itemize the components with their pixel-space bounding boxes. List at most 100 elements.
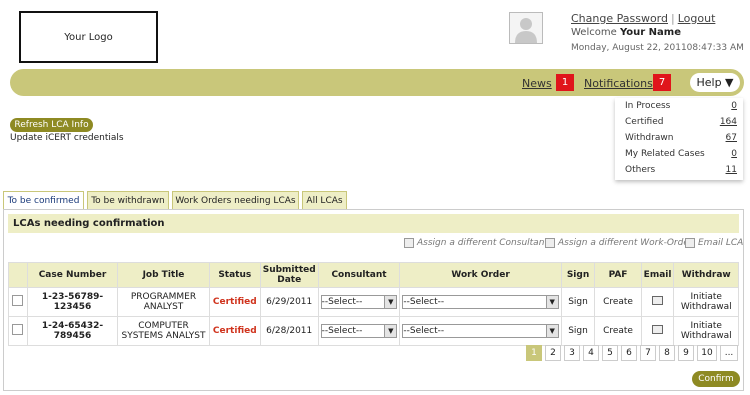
sign-link[interactable]: Sign bbox=[560, 287, 596, 317]
stat-value-link[interactable]: 164 bbox=[720, 117, 737, 131]
tab-work-orders-needing-lcas[interactable]: Work Orders needing LCAs bbox=[172, 191, 299, 209]
notifications-count-badge: 7 bbox=[653, 74, 671, 91]
tab-to-be-confirmed[interactable]: To be confirmed bbox=[3, 191, 84, 210]
welcome-message: Welcome Your Name bbox=[571, 27, 681, 38]
stat-certified: Certified 164 bbox=[625, 117, 737, 131]
case-number: 1-23-56789-123456 bbox=[26, 287, 119, 317]
page-5[interactable]: 5 bbox=[602, 345, 618, 361]
email-icon bbox=[685, 238, 695, 248]
current-datetime: Monday, August 22, 201108:47:33 AM bbox=[571, 43, 744, 53]
page-1[interactable]: 1 bbox=[526, 345, 542, 361]
stat-value-link[interactable]: 11 bbox=[726, 165, 737, 179]
sign-link[interactable]: Sign bbox=[560, 316, 596, 346]
page-3[interactable]: 3 bbox=[564, 345, 580, 361]
news-link[interactable]: News bbox=[522, 77, 552, 90]
email-lca-action[interactable]: Email LCA bbox=[685, 238, 743, 248]
stat-label: Withdrawn bbox=[625, 133, 674, 143]
assign-work-order-action[interactable]: Assign a different Work-Order bbox=[545, 238, 693, 248]
status-certified: Certified bbox=[208, 316, 261, 346]
table-header-row: Case Number Job Title Status Submitted D… bbox=[8, 262, 739, 288]
stat-label: Others bbox=[625, 165, 656, 175]
stat-label: In Process bbox=[625, 101, 671, 111]
initiate-withdrawal-link[interactable]: Initiate Withdrawal bbox=[673, 316, 739, 346]
dropdown-arrow-icon: ▼ bbox=[384, 296, 397, 308]
assign-consultant-action[interactable]: Assign a different Consultant bbox=[404, 238, 548, 248]
stat-in-process: In Process 0 bbox=[625, 101, 737, 115]
change-password-link[interactable]: Change Password bbox=[571, 12, 668, 25]
confirm-button[interactable]: Confirm bbox=[692, 371, 740, 387]
stat-my-related-cases: My Related Cases 0 bbox=[625, 149, 737, 163]
stat-label: Certified bbox=[625, 117, 664, 127]
tab-to-be-withdrawn[interactable]: To be withdrawn bbox=[87, 191, 169, 209]
col-paf: PAF bbox=[594, 262, 642, 288]
row-checkbox[interactable] bbox=[12, 324, 24, 335]
edit-icon bbox=[404, 238, 414, 248]
page-more[interactable]: ... bbox=[720, 345, 738, 361]
user-name: Your Name bbox=[619, 27, 681, 38]
col-work-order[interactable]: Work Order bbox=[399, 262, 562, 288]
col-withdraw: Withdraw bbox=[673, 262, 739, 288]
logout-link[interactable]: Logout bbox=[678, 12, 716, 25]
stat-withdrawn: Withdrawn 67 bbox=[625, 133, 737, 147]
action-label: Email LCA bbox=[698, 238, 744, 248]
email-icon[interactable] bbox=[652, 325, 664, 334]
edit-icon bbox=[545, 238, 555, 248]
lca-table: Case Number Job Title Status Submitted D… bbox=[8, 262, 739, 346]
section-title: LCAs needing confirmation bbox=[8, 214, 739, 233]
dropdown-arrow-icon: ▼ bbox=[545, 296, 558, 308]
welcome-label: Welcome bbox=[571, 27, 617, 38]
paf-create-link[interactable]: Create bbox=[594, 287, 642, 317]
job-title: COMPUTER SYSTEMS ANALYST bbox=[117, 316, 210, 346]
page-6[interactable]: 6 bbox=[621, 345, 637, 361]
consultant-select[interactable]: --Select-- ▼ bbox=[320, 295, 398, 309]
dropdown-arrow-icon: ▼ bbox=[384, 325, 397, 337]
notifications-link[interactable]: Notifications bbox=[584, 77, 653, 90]
job-title: PROGRAMMER ANALYST bbox=[117, 287, 210, 317]
tab-all-lcas[interactable]: All LCAs bbox=[302, 191, 347, 209]
col-case-number[interactable]: Case Number bbox=[26, 262, 119, 288]
stat-label: My Related Cases bbox=[625, 149, 705, 159]
link-separator: | bbox=[671, 12, 675, 25]
page-10[interactable]: 10 bbox=[697, 345, 717, 361]
action-label: Assign a different Consultant bbox=[417, 238, 548, 248]
work-order-select[interactable]: --Select-- ▼ bbox=[402, 295, 559, 309]
update-credentials-note: Update iCERT credentials bbox=[10, 133, 124, 143]
submitted-date: 6/28/2011 bbox=[259, 316, 319, 346]
account-links: Change Password | Logout bbox=[571, 12, 715, 25]
page-8[interactable]: 8 bbox=[659, 345, 675, 361]
work-order-select[interactable]: --Select-- ▼ bbox=[402, 324, 559, 338]
col-status[interactable]: Status bbox=[208, 262, 261, 288]
page-2[interactable]: 2 bbox=[545, 345, 561, 361]
row-checkbox[interactable] bbox=[12, 295, 24, 306]
col-select bbox=[8, 262, 28, 288]
stat-value-link[interactable]: 67 bbox=[726, 133, 737, 147]
col-consultant[interactable]: Consultant bbox=[317, 262, 401, 288]
case-stats-panel: In Process 0 Certified 164 Withdrawn 67 My … bbox=[615, 98, 743, 180]
help-dropdown[interactable]: Help ▼ bbox=[690, 73, 740, 92]
user-silhouette-icon bbox=[515, 18, 537, 43]
col-submitted-date[interactable]: Submitted Date bbox=[259, 262, 319, 288]
consultant-select[interactable]: --Select-- ▼ bbox=[320, 324, 398, 338]
stat-others: Others 11 bbox=[625, 165, 737, 179]
page-7[interactable]: 7 bbox=[640, 345, 656, 361]
news-count-badge: 1 bbox=[556, 74, 574, 91]
select-value: --Select-- bbox=[321, 297, 363, 307]
col-sign: Sign bbox=[560, 262, 596, 288]
case-number: 1-24-65432-789456 bbox=[26, 316, 119, 346]
email-icon[interactable] bbox=[652, 296, 664, 305]
logo-text: Your Logo bbox=[64, 31, 113, 43]
stat-value-link[interactable]: 0 bbox=[731, 101, 737, 115]
initiate-withdrawal-link[interactable]: Initiate Withdrawal bbox=[673, 287, 739, 317]
col-job-title[interactable]: Job Title bbox=[117, 262, 210, 288]
refresh-lca-info-button[interactable]: Refresh LCA Info bbox=[10, 118, 93, 132]
action-label: Assign a different Work-Order bbox=[558, 238, 693, 248]
page-9[interactable]: 9 bbox=[678, 345, 694, 361]
stat-value-link[interactable]: 0 bbox=[731, 149, 737, 163]
select-value: --Select-- bbox=[321, 326, 363, 336]
page-4[interactable]: 4 bbox=[583, 345, 599, 361]
col-email: Email bbox=[640, 262, 675, 288]
submitted-date: 6/29/2011 bbox=[259, 287, 319, 317]
paf-create-link[interactable]: Create bbox=[594, 316, 642, 346]
logo: Your Logo bbox=[19, 11, 158, 63]
avatar bbox=[509, 12, 543, 44]
